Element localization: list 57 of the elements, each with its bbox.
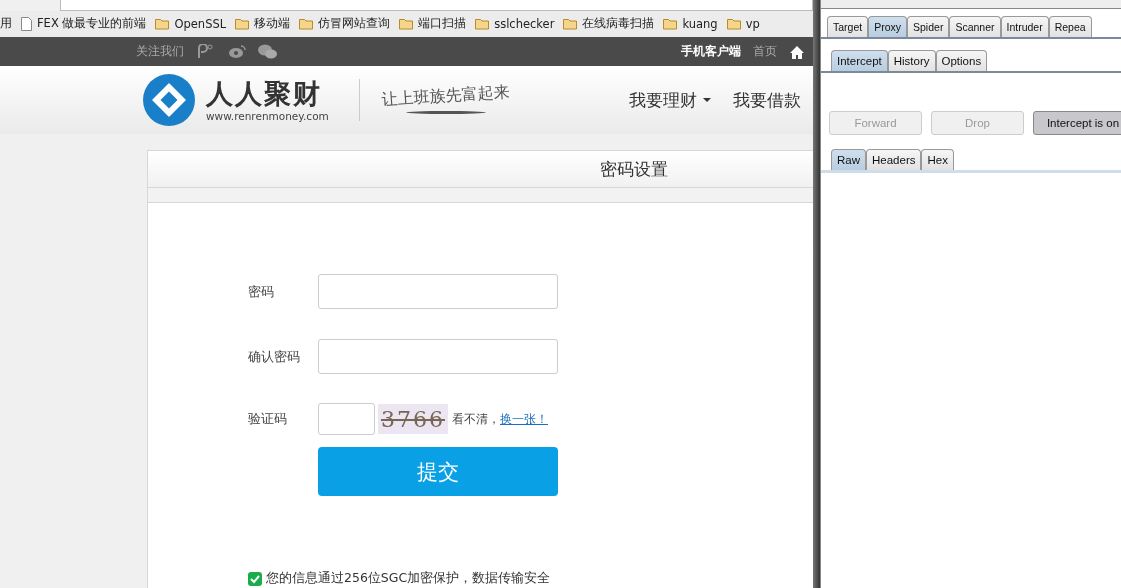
folder-icon	[663, 17, 678, 30]
field-label: 确认密码	[248, 347, 301, 366]
tab[interactable]: Raw	[831, 149, 866, 170]
folder-icon	[726, 17, 741, 30]
captcha-field[interactable]	[318, 403, 375, 435]
intercept-button[interactable]: Intercept is on	[1033, 111, 1121, 135]
folder-icon	[235, 17, 250, 30]
bookmark[interactable]: 移动端	[235, 16, 291, 32]
folder-icon	[399, 17, 414, 30]
address-bar[interactable]	[60, 0, 813, 11]
folder-icon	[299, 17, 314, 30]
nav-link[interactable]: 我要借款	[733, 88, 801, 112]
tab[interactable]: Spider	[907, 16, 950, 37]
refresh-captcha-link[interactable]: 换一张！	[500, 410, 548, 428]
bookmark[interactable]: kuang	[663, 16, 718, 31]
bookmark[interactable]: sslchecker	[475, 16, 555, 31]
bookmark[interactable]: vp	[726, 16, 760, 31]
tab[interactable]: Repea	[1048, 16, 1092, 37]
follow-us-label: 关注我们	[136, 43, 184, 61]
bookmark[interactable]: 在线病毒扫描	[563, 16, 655, 32]
folder-icon	[563, 17, 578, 30]
slogan: 让上班族先富起来	[381, 81, 511, 112]
brand-name: 人人聚财	[206, 78, 323, 111]
form-title: 密码设置	[600, 157, 668, 181]
tab[interactable]: Proxy	[868, 16, 908, 37]
wechat-icon[interactable]	[258, 44, 277, 60]
captcha-image[interactable]: 3766	[378, 404, 448, 434]
weibo-icon[interactable]	[228, 44, 246, 60]
bookmark[interactable]: FEX 做最专业的前端	[21, 16, 147, 32]
folder-icon	[155, 17, 170, 30]
bookmark[interactable]: 仿冒网站查询	[299, 16, 391, 32]
tab[interactable]: Intruder	[1000, 16, 1049, 37]
tab[interactable]: Hex	[921, 149, 954, 170]
field-label: 验证码	[248, 410, 288, 428]
tab[interactable]: Target	[827, 16, 869, 37]
logo-icon	[142, 73, 196, 128]
tab[interactable]: Headers	[866, 149, 922, 170]
home-icon[interactable]	[789, 44, 805, 59]
page-icon	[21, 16, 32, 31]
tab[interactable]: Scanner	[949, 16, 1001, 37]
bookmark[interactable]: OpenSSL	[155, 16, 227, 31]
bookmark[interactable]: 端口扫描	[399, 16, 467, 32]
tab[interactable]: Intercept	[831, 50, 888, 71]
field-label: 密码	[248, 282, 275, 301]
tab[interactable]: History	[887, 50, 936, 71]
tab[interactable]: Options	[935, 50, 988, 71]
share-icon[interactable]	[196, 43, 216, 60]
security-note: 您的信息通过256位SGC加密保护，数据传输安全	[266, 570, 551, 587]
bookmark[interactable]: 用	[0, 16, 12, 32]
mobile-client-link[interactable]: 手机客户端	[681, 43, 741, 61]
password-field[interactable]	[318, 339, 558, 374]
password-field[interactable]	[318, 274, 558, 309]
nav-link[interactable]: 我要理财	[629, 88, 711, 112]
home-link[interactable]: 首页	[753, 43, 777, 61]
folder-icon	[475, 17, 490, 30]
unclear-label: 看不清，	[452, 410, 500, 428]
brand-domain: www.renrenmoney.com	[206, 110, 329, 123]
